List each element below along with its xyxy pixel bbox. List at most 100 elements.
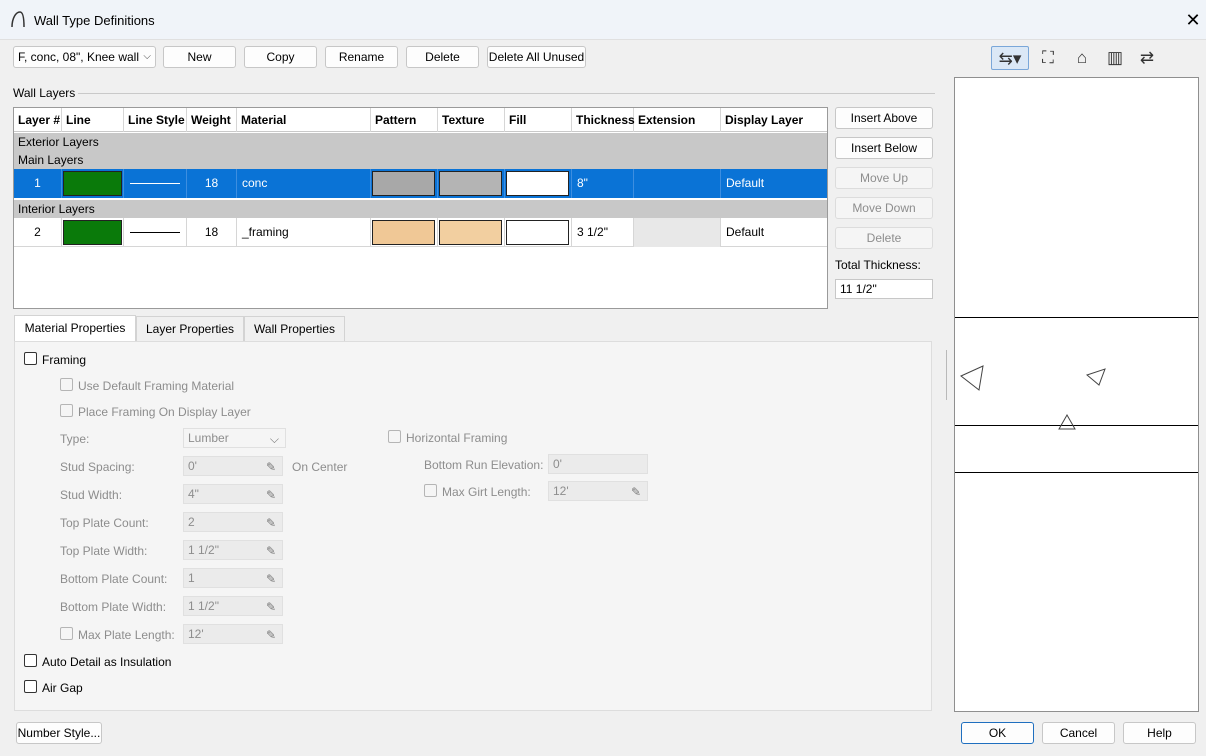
top-plate-width-label: Top Plate Width: — [60, 544, 148, 558]
calculator-icon[interactable]: ✎ — [266, 542, 276, 560]
weight-cell[interactable]: 18 — [187, 218, 237, 247]
col-thickness[interactable]: Thickness — [572, 108, 635, 132]
bottom-plate-count-field[interactable]: 1 ✎ — [183, 568, 283, 588]
rename-button[interactable]: Rename — [325, 46, 398, 68]
calculator-icon[interactable]: ✎ — [631, 483, 641, 501]
cancel-button[interactable]: Cancel — [1042, 722, 1115, 744]
max-plate-field[interactable]: 12' ✎ — [183, 624, 283, 644]
chevron-down-icon: ⌵ — [143, 51, 151, 62]
tab-layer-properties[interactable]: Layer Properties — [136, 316, 244, 341]
calculator-icon[interactable]: ✎ — [266, 458, 276, 476]
place-framing-checkbox[interactable] — [60, 404, 73, 417]
extension-cell[interactable] — [634, 169, 721, 198]
ok-button[interactable]: OK — [961, 722, 1034, 744]
calculator-icon[interactable]: ✎ — [266, 486, 276, 504]
fill-cell[interactable] — [505, 218, 572, 247]
col-fill[interactable]: Fill — [505, 108, 572, 132]
col-layer-num[interactable]: Layer # — [14, 108, 62, 132]
table-row[interactable]: 1 18 conc 8" Default — [14, 169, 827, 198]
app-logo-icon — [11, 11, 25, 28]
texture-swatch[interactable] — [439, 220, 502, 245]
col-pattern[interactable]: Pattern — [371, 108, 438, 132]
view-options-icon[interactable]: ⇆▾ — [991, 46, 1029, 70]
stud-width-field[interactable]: 4" ✎ — [183, 484, 283, 504]
splitter-handle[interactable] — [946, 350, 949, 400]
top-plate-width-field[interactable]: 1 1/2" ✎ — [183, 540, 283, 560]
new-button[interactable]: New — [163, 46, 236, 68]
texture-swatch[interactable] — [439, 171, 502, 196]
close-icon[interactable]: ✕ — [1184, 10, 1202, 30]
delete-layer-button[interactable]: Delete — [835, 227, 933, 249]
bottom-plate-width-field[interactable]: 1 1/2" ✎ — [183, 596, 283, 616]
pattern-cell[interactable] — [371, 218, 438, 247]
material-cell[interactable]: conc — [237, 169, 371, 198]
line-color-cell[interactable] — [62, 169, 124, 198]
wall-preview[interactable] — [954, 77, 1199, 712]
stud-spacing-value: 0' — [188, 459, 197, 473]
tab-wall-properties[interactable]: Wall Properties — [244, 316, 345, 341]
calculator-icon[interactable]: ✎ — [266, 598, 276, 616]
fill-window-icon[interactable]: ⛶ — [1036, 46, 1060, 70]
col-texture[interactable]: Texture — [438, 108, 505, 132]
max-plate-checkbox[interactable] — [60, 627, 73, 640]
line-style-cell[interactable] — [124, 218, 187, 247]
layer-number: 2 — [14, 218, 62, 247]
fill-cell[interactable] — [505, 169, 572, 198]
air-gap-checkbox[interactable] — [24, 680, 37, 693]
max-girt-checkbox[interactable] — [424, 484, 437, 497]
auto-detail-checkbox[interactable] — [24, 654, 37, 667]
line-color-swatch[interactable] — [63, 171, 122, 196]
spinner-icon[interactable]: ✎ — [266, 514, 276, 532]
insert-below-button[interactable]: Insert Below — [835, 137, 933, 159]
bottom-run-field[interactable]: 0' — [548, 454, 648, 474]
use-default-framing-checkbox[interactable] — [60, 378, 73, 391]
house-view-icon[interactable]: ⌂ — [1070, 46, 1094, 70]
move-down-button[interactable]: Move Down — [835, 197, 933, 219]
thickness-cell[interactable]: 8" — [572, 169, 634, 198]
pattern-swatch[interactable] — [372, 220, 435, 245]
thickness-cell[interactable]: 3 1/2" — [572, 218, 634, 247]
col-material[interactable]: Material — [237, 108, 371, 132]
framing-checkbox[interactable] — [24, 352, 37, 365]
texture-cell[interactable] — [438, 169, 505, 198]
move-up-button[interactable]: Move Up — [835, 167, 933, 189]
horizontal-framing-checkbox[interactable] — [388, 430, 401, 443]
line-color-swatch[interactable] — [63, 220, 122, 245]
wall-type-select[interactable]: F, conc, 08", Knee wall ⌵ — [13, 46, 156, 68]
delete-button[interactable]: Delete — [406, 46, 479, 68]
display-layer-cell[interactable]: Default — [721, 218, 827, 247]
line-style-cell[interactable] — [124, 169, 187, 198]
wall-layers-table[interactable]: Layer # Line Color Line Style Weight Mat… — [13, 107, 828, 309]
delete-all-unused-button[interactable]: Delete All Unused — [487, 46, 586, 68]
swap-icon[interactable]: ⇄ — [1135, 46, 1159, 70]
extension-cell[interactable] — [634, 218, 721, 247]
line-color-cell[interactable] — [62, 218, 124, 247]
col-line-color[interactable]: Line Color — [62, 108, 124, 151]
spinner-icon[interactable]: ✎ — [266, 570, 276, 588]
stud-spacing-field[interactable]: 0' ✎ — [183, 456, 283, 476]
copy-button[interactable]: Copy — [244, 46, 317, 68]
max-girt-field[interactable]: 12' ✎ — [548, 481, 648, 501]
help-button[interactable]: Help — [1123, 722, 1196, 744]
fill-swatch[interactable] — [506, 220, 569, 245]
elevation-icon[interactable]: ▥ — [1103, 46, 1127, 70]
col-display-layer[interactable]: Display Layer — [721, 108, 827, 132]
number-style-button[interactable]: Number Style... — [16, 722, 102, 744]
use-default-framing-label: Use Default Framing Material — [78, 379, 235, 393]
weight-cell[interactable]: 18 — [187, 169, 237, 198]
texture-cell[interactable] — [438, 218, 505, 247]
pattern-swatch[interactable] — [372, 171, 435, 196]
type-select[interactable]: Lumber ⌵ — [183, 428, 286, 448]
insert-above-button[interactable]: Insert Above — [835, 107, 933, 129]
col-extension[interactable]: Extension — [634, 108, 721, 132]
display-layer-cell[interactable]: Default — [721, 169, 827, 198]
pattern-cell[interactable] — [371, 169, 438, 198]
table-row[interactable]: 2 18 _framing 3 1/2" Default — [14, 218, 827, 247]
material-cell[interactable]: _framing — [237, 218, 371, 247]
top-plate-count-field[interactable]: 2 ✎ — [183, 512, 283, 532]
col-weight[interactable]: Weight — [187, 108, 237, 132]
tab-material-properties[interactable]: Material Properties — [14, 315, 136, 342]
col-line-style[interactable]: Line Style — [124, 108, 187, 132]
fill-swatch[interactable] — [506, 171, 569, 196]
calculator-icon[interactable]: ✎ — [266, 626, 276, 644]
